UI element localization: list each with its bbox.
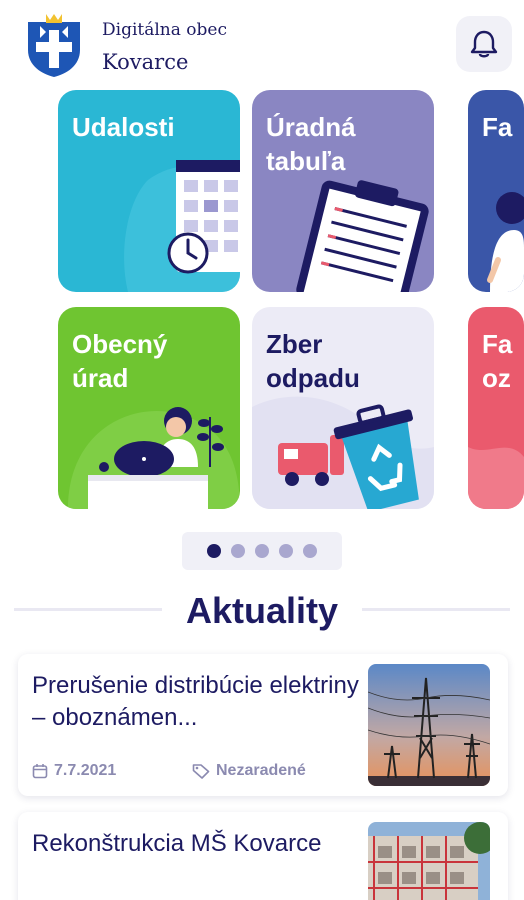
carousel-dot[interactable] (279, 544, 293, 558)
tile-notice-board[interactable]: Úradná tabuľa (252, 90, 434, 292)
tile-more-label: Fa oz (482, 329, 513, 393)
building-scaffold-image (368, 822, 490, 900)
news-section-header: Aktuality (0, 582, 524, 642)
news-date-text: 7.7.2021 (54, 762, 117, 779)
news-title: Prerušenie distribúcie elektriny – obozn… (32, 672, 359, 731)
bell-icon (470, 30, 498, 58)
news-category-text: Nezaradené (216, 762, 306, 779)
news-category: Nezaradené (192, 762, 306, 780)
tile-events-label: Udalosti (72, 112, 175, 142)
news-title: Rekonštrukcia MŠ Kovarce (32, 830, 322, 857)
tile-parish-label: Fa (482, 112, 513, 142)
notifications-button[interactable] (456, 16, 512, 72)
tile-waste-collection[interactable]: Zber odpadu (252, 307, 434, 509)
news-card[interactable]: Rekonštrukcia MŠ Kovarce (18, 812, 508, 900)
coat-of-arms-icon (28, 14, 80, 77)
tile-municipal-office[interactable]: Obecný úrad (58, 307, 240, 509)
tile-waste-collection-label: Zber odpadu (266, 329, 360, 393)
tile-events[interactable]: Udalosti (58, 90, 240, 292)
municipality-name: Kovarce (102, 50, 189, 74)
power-lines-image (368, 664, 490, 786)
divider (362, 608, 510, 611)
news-date: 7.7.2021 (32, 762, 116, 780)
tile-municipal-office-label: Obecný úrad (72, 329, 168, 393)
carousel-dot[interactable] (255, 544, 269, 558)
tile-more[interactable]: Fa oz (468, 307, 524, 509)
tile-notice-board-label: Úradná tabuľa (266, 112, 356, 176)
carousel-dot[interactable] (231, 544, 245, 558)
app-header: Digitálna obec Kovarce (0, 0, 524, 90)
tile-parish[interactable]: Fa (468, 90, 524, 292)
section-title: Aktuality (185, 590, 339, 631)
carousel-dot[interactable] (207, 544, 221, 558)
news-card[interactable]: Prerušenie distribúcie elektriny – obozn… (18, 654, 508, 796)
carousel-indicator (182, 532, 342, 570)
carousel-dot[interactable] (303, 544, 317, 558)
tag-icon (192, 764, 210, 779)
calendar-icon (32, 764, 48, 779)
app-title: Digitálna obec (102, 20, 227, 40)
